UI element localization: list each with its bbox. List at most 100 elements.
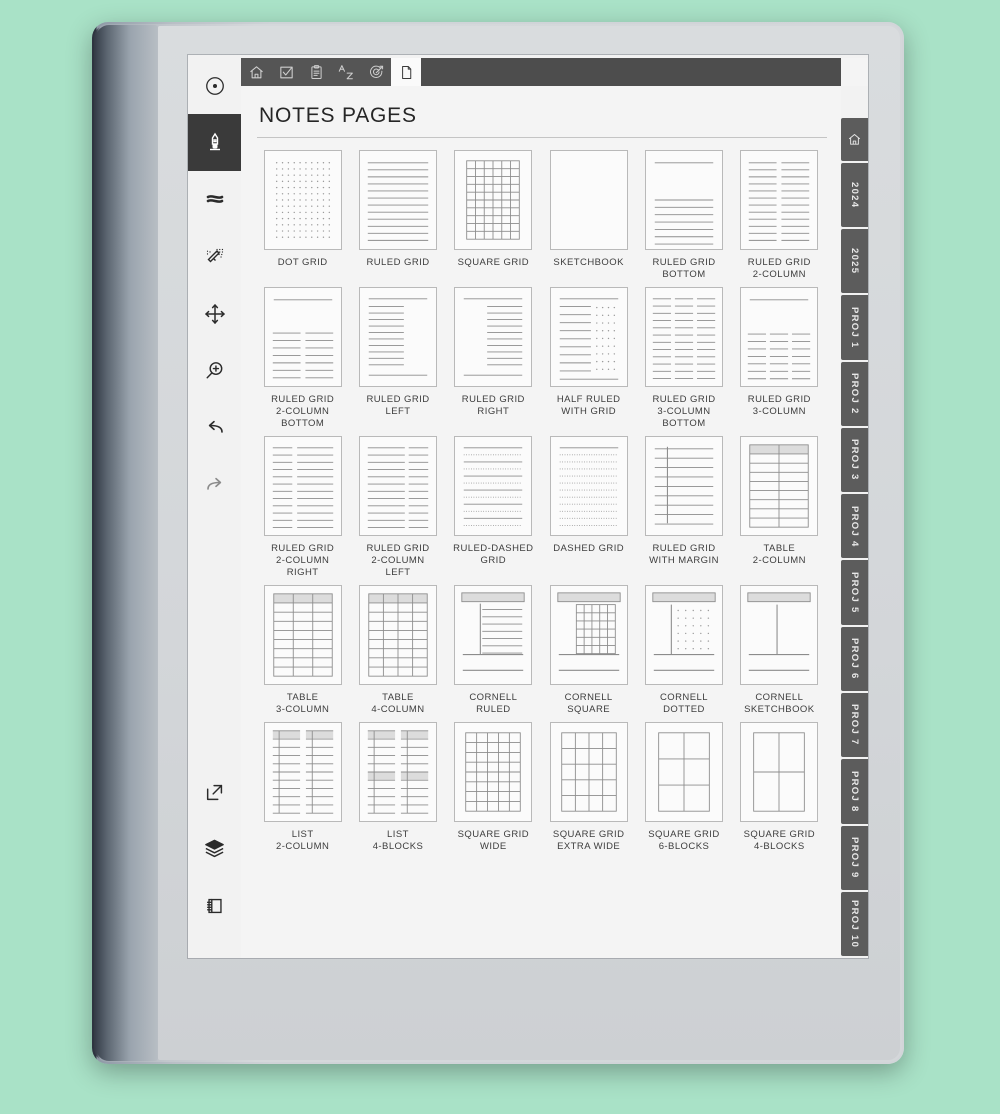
template-thumbnail[interactable]: [740, 436, 819, 536]
template-cell[interactable]: RULED GRID BOTTOM: [636, 150, 731, 281]
template-thumbnail[interactable]: [358, 722, 437, 822]
template-thumbnail[interactable]: [263, 436, 342, 536]
top-tab-clipboard-icon[interactable]: [301, 58, 331, 86]
template-label: HALF RULED WITH GRID: [556, 394, 621, 417]
template-cell[interactable]: RULED-DASHED GRID: [446, 436, 541, 579]
template-cell[interactable]: LIST 4-BLOCKS: [350, 722, 445, 853]
tool-layers[interactable]: [188, 820, 241, 877]
template-thumbnail[interactable]: [740, 722, 819, 822]
template-thumbnail[interactable]: [549, 585, 628, 685]
side-tab[interactable]: PROJ 9: [841, 825, 868, 890]
template-thumbnail[interactable]: [549, 287, 628, 387]
tool-eraser[interactable]: [188, 228, 241, 285]
tool-notebook[interactable]: [188, 877, 241, 934]
template-cell[interactable]: SQUARE GRID EXTRA WIDE: [541, 722, 636, 853]
side-tab-bar: 2024 2025 PROJ 1 PROJ 2 PROJ 3 PROJ 4 PROJ 5 PR…: [841, 86, 868, 958]
template-thumbnail[interactable]: [454, 585, 533, 685]
template-cell[interactable]: SQUARE GRID WIDE: [446, 722, 541, 853]
template-thumbnail[interactable]: [454, 436, 533, 536]
side-tab-label: 2024: [849, 181, 860, 209]
template-cell[interactable]: SQUARE GRID 4-BLOCKS: [732, 722, 827, 853]
template-thumbnail[interactable]: [644, 722, 723, 822]
template-thumbnail[interactable]: [263, 150, 342, 250]
top-tab-page-icon[interactable]: [391, 58, 421, 86]
template-thumbnail[interactable]: [740, 150, 819, 250]
tool-redo[interactable]: [188, 456, 241, 513]
template-thumbnail[interactable]: [549, 722, 628, 822]
template-thumbnail[interactable]: [263, 585, 342, 685]
template-cell[interactable]: HALF RULED WITH GRID: [541, 287, 636, 430]
side-tab[interactable]: PROJ 5: [841, 560, 868, 625]
template-thumbnail[interactable]: [358, 585, 437, 685]
template-cell[interactable]: SQUARE GRID: [446, 150, 541, 281]
top-tab-checkbox-icon[interactable]: [271, 58, 301, 86]
template-cell[interactable]: LIST 2-COLUMN: [255, 722, 350, 853]
template-cell[interactable]: DASHED GRID: [541, 436, 636, 579]
template-cell[interactable]: RULED GRID WITH MARGIN: [636, 436, 731, 579]
template-cell[interactable]: RULED GRID: [350, 150, 445, 281]
template-cell[interactable]: CORNELL SQUARE: [541, 585, 636, 716]
side-tab[interactable]: 2025: [841, 229, 868, 294]
template-cell[interactable]: RULED GRID LEFT: [350, 287, 445, 430]
template-cell[interactable]: RULED GRID 2-COLUMN BOTTOM: [255, 287, 350, 430]
template-thumbnail[interactable]: [644, 287, 723, 387]
template-cell[interactable]: SKETCHBOOK: [541, 150, 636, 281]
top-tab-target-icon[interactable]: [361, 58, 391, 86]
side-tab[interactable]: 2024: [841, 162, 868, 228]
tool-zoom-in[interactable]: [188, 342, 241, 399]
template-thumbnail[interactable]: [549, 150, 628, 250]
top-tab-home-icon[interactable]: [241, 58, 271, 86]
side-tab[interactable]: PROJ 3: [841, 427, 868, 493]
template-thumbnail[interactable]: [740, 287, 819, 387]
side-tab[interactable]: PROJ 7: [841, 692, 868, 758]
template-label: SQUARE GRID 6-BLOCKS: [648, 829, 720, 852]
template-cell[interactable]: TABLE 4-COLUMN: [350, 585, 445, 716]
side-tab[interactable]: PROJ 4: [841, 494, 868, 559]
content-area: NOTES PAGES DOT GRID RULED GRID SQUARE GRI…: [241, 86, 841, 958]
template-thumbnail[interactable]: [358, 150, 437, 250]
template-cell[interactable]: CORNELL DOTTED: [636, 585, 731, 716]
side-tab-home[interactable]: [841, 118, 868, 161]
template-thumbnail[interactable]: [358, 436, 437, 536]
template-label: RULED GRID 2-COLUMN LEFT: [366, 543, 430, 578]
side-tab[interactable]: PROJ 10: [841, 891, 868, 957]
tool-export[interactable]: [188, 763, 241, 820]
template-cell[interactable]: TABLE 2-COLUMN: [732, 436, 827, 579]
template-thumbnail[interactable]: [549, 436, 628, 536]
tool-undo[interactable]: [188, 399, 241, 456]
template-cell[interactable]: RULED GRID RIGHT: [446, 287, 541, 430]
side-tab[interactable]: PROJ 2: [841, 361, 868, 426]
template-thumbnail[interactable]: [644, 585, 723, 685]
side-tab[interactable]: PROJ 8: [841, 759, 868, 824]
template-cell[interactable]: SQUARE GRID 6-BLOCKS: [636, 722, 731, 853]
template-label: SKETCHBOOK: [553, 257, 624, 268]
template-thumbnail[interactable]: [454, 722, 533, 822]
template-thumbnail[interactable]: [263, 722, 342, 822]
template-thumbnail[interactable]: [263, 287, 342, 387]
template-thumbnail[interactable]: [644, 436, 723, 536]
template-thumbnail[interactable]: [358, 287, 437, 387]
template-thumbnail[interactable]: [454, 150, 533, 250]
template-label: SQUARE GRID WIDE: [457, 829, 530, 852]
side-tab[interactable]: PROJ 6: [841, 626, 868, 691]
side-tab-label: 2025: [849, 248, 860, 275]
side-tab-label: PROJ 8: [849, 770, 860, 813]
template-cell[interactable]: RULED GRID 2-COLUMN LEFT: [350, 436, 445, 579]
template-cell[interactable]: RULED GRID 2-COLUMN RIGHT: [255, 436, 350, 579]
template-cell[interactable]: DOT GRID: [255, 150, 350, 281]
template-cell[interactable]: TABLE 3-COLUMN: [255, 585, 350, 716]
top-tab-az-sort-icon[interactable]: [331, 58, 361, 86]
template-cell[interactable]: RULED GRID 3-COLUMN: [732, 287, 827, 430]
template-thumbnail[interactable]: [454, 287, 533, 387]
side-tab[interactable]: PROJ 1: [841, 295, 868, 360]
template-cell[interactable]: RULED GRID 2-COLUMN: [732, 150, 827, 281]
template-thumbnail[interactable]: [644, 150, 723, 250]
tool-move[interactable]: [188, 285, 241, 342]
template-cell[interactable]: RULED GRID 3-COLUMN BOTTOM: [636, 287, 731, 430]
template-cell[interactable]: CORNELL SKETCHBOOK: [732, 585, 827, 716]
template-cell[interactable]: CORNELL RULED: [446, 585, 541, 716]
template-thumbnail[interactable]: [740, 585, 819, 685]
tool-pen[interactable]: [188, 114, 241, 171]
tool-record-dot[interactable]: [188, 57, 241, 114]
tool-highlighter[interactable]: [188, 171, 241, 228]
